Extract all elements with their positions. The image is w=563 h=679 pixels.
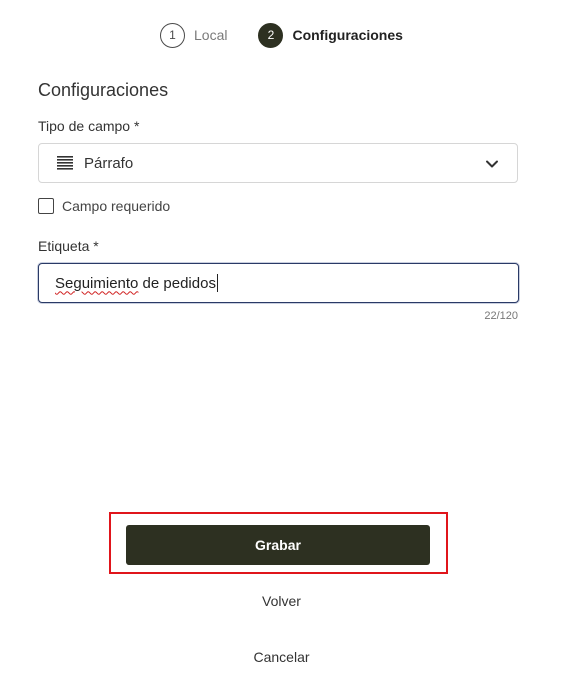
step-configuraciones[interactable]: 2 Configuraciones (258, 22, 403, 48)
stepper: 1 Local 2 Configuraciones (160, 22, 403, 48)
required-field-checkbox[interactable] (38, 198, 54, 214)
back-button[interactable]: Volver (0, 593, 563, 609)
field-type-select[interactable]: Párrafo (38, 143, 518, 183)
character-counter: 22/120 (484, 310, 518, 322)
tag-label: Etiqueta * (38, 238, 99, 254)
tag-input[interactable]: Seguimiento de pedidos (38, 263, 519, 303)
step-number-2: 2 (258, 22, 284, 48)
field-type-label: Tipo de campo * (38, 118, 140, 134)
field-type-value: Párrafo (84, 154, 134, 172)
step-label-configuraciones: Configuraciones (292, 27, 403, 43)
required-field-row[interactable]: Campo requerido (38, 198, 170, 214)
tag-input-value-rest: de pedidos (138, 274, 216, 292)
step-label-local: Local (194, 27, 228, 43)
step-number-1: 1 (160, 22, 185, 48)
step-local[interactable]: 1 Local (160, 22, 228, 48)
tag-input-misspelled-word: Seguimiento (55, 274, 139, 292)
save-button[interactable]: Grabar (126, 525, 430, 565)
chevron-down-icon[interactable] (485, 157, 499, 171)
required-field-label: Campo requerido (62, 198, 171, 214)
text-caret (216, 274, 218, 292)
section-title: Configuraciones (38, 80, 169, 100)
paragraph-icon (57, 156, 73, 170)
page: 1 Local 2 Configuraciones Configuracione… (0, 0, 563, 679)
cancel-button[interactable]: Cancelar (0, 649, 563, 665)
